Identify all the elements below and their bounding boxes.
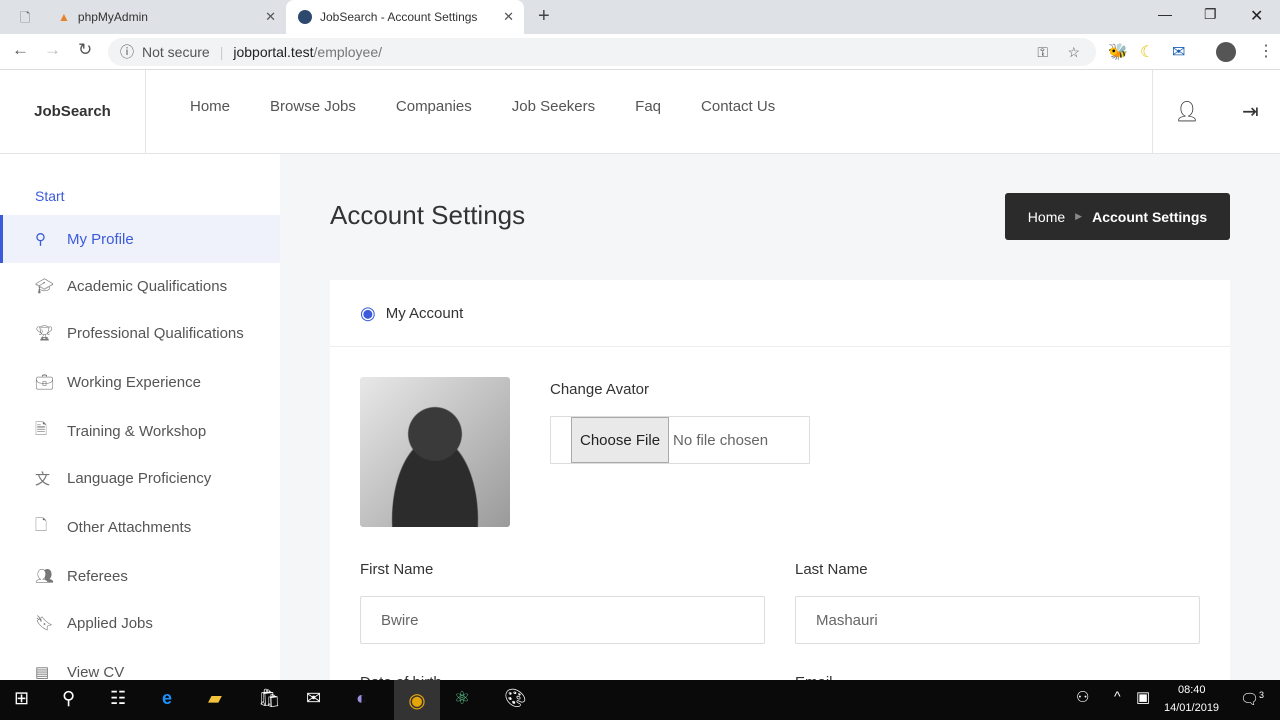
sidebar-item-experience[interactable]: 💼︎ Working Experience [0,358,280,406]
store-icon[interactable]: 🛍︎ [258,688,281,709]
nav-browse-jobs[interactable]: Browse Jobs [270,98,356,115]
graduation-cap-icon: 🎓︎ [35,278,55,295]
page-title: Account Settings [330,200,526,230]
chrome-icon[interactable]: ◉ [394,680,440,720]
bookmark-icon: 🔖︎ [35,615,55,632]
site-icon [298,10,312,24]
network-icon[interactable]: ▣ [1136,688,1150,706]
nav-contact-us[interactable]: Contact Us [701,98,775,115]
browser-tab-bar: 🗋 ▲ phpMyAdmin ✕ JobSearch - Account Setti… [0,0,1280,34]
paint-icon[interactable]: 🎨︎ [504,688,527,709]
site-header: JobSearch Home Browse Jobs Companies Job… [0,70,1280,154]
sidebar: Start ⚲ My Profile 🎓︎ Academic Qualificati… [0,154,280,681]
people-icon[interactable]: ⚇ [1076,688,1089,706]
new-tab-button[interactable]: + [538,5,550,28]
sidebar-item-academic[interactable]: 🎓︎ Academic Qualifications [0,262,280,310]
clock-date[interactable]: 14/01/2019 [1164,702,1219,714]
brand-logo[interactable]: JobSearch [0,70,146,153]
close-tab-icon[interactable]: ✕ [503,9,514,25]
my-account-card: ◉ My Account Change Avator Choose File No … [330,280,1230,700]
minimize-button[interactable]: — [1158,6,1172,22]
logout-icon[interactable]: ⇥ [1242,99,1259,124]
language-icon: 文 [35,470,51,488]
card-header: ◉ My Account [330,280,1230,347]
document-icon: 🗎 [35,420,48,438]
user-icon[interactable]: 👤︎ [1174,99,1199,124]
user-circle-icon: ◉ [360,302,376,323]
moon-extension-icon[interactable]: ☾ [1140,42,1154,62]
menu-icon[interactable]: ⋮ [1258,41,1274,61]
clock-time[interactable]: 08:40 [1178,684,1206,696]
tab-phpmyadmin[interactable]: ▲ phpMyAdmin ✕ [46,0,286,34]
change-avatar-label: Change Avator [550,381,649,398]
file-icon: 🗋 [35,516,48,534]
choose-file-button[interactable]: Choose File [571,417,670,463]
sidebar-item-professional[interactable]: 🏆︎ Professional Qualifications [0,309,280,357]
header-actions: 👤︎ ⇥ [1152,70,1280,153]
cv-icon: ▤ [35,664,50,681]
first-name-input[interactable] [360,596,765,644]
main-nav: Home Browse Jobs Companies Job Seekers F… [190,98,775,115]
sidebar-title: Start [35,188,65,204]
pma-icon: ▲ [58,10,70,24]
close-tab-icon[interactable]: ✕ [265,9,276,25]
address-bar: ← → ↻ ⓘ Not secure | jobportal.test/empl… [0,34,1280,70]
sidebar-item-my-profile[interactable]: ⚲ My Profile [0,215,280,263]
avatar-image [360,377,510,527]
trophy-icon: 🏆︎ [35,325,55,342]
edge-icon[interactable]: e [162,688,172,709]
info-icon: ⓘ [120,44,134,60]
tab-jobsearch[interactable]: JobSearch - Account Settings ✕ [286,0,524,34]
last-name-input[interactable] [795,596,1200,644]
star-icon[interactable]: ☆ [1067,44,1080,61]
chevron-right-icon: ▶ [1075,211,1083,221]
task-view-icon[interactable]: ☷ [110,688,126,709]
restore-button[interactable]: ❐ [1204,6,1217,23]
forward-icon[interactable]: → [44,40,61,60]
extension-icon[interactable]: 🐝 [1108,42,1128,62]
breadcrumb-current: Account Settings [1092,208,1208,225]
notification-icon[interactable]: 🗨︎3 [1240,690,1264,708]
close-window-button[interactable]: ✕ [1250,6,1263,26]
sidebar-item-attachments[interactable]: 🗋 Other Attachments [0,503,280,551]
sidebar-item-applied-jobs[interactable]: 🔖︎ Applied Jobs [0,599,280,647]
breadcrumb-home[interactable]: Home [1028,209,1065,225]
url-input[interactable]: ⓘ Not secure | jobportal.test/employee/ … [108,38,1096,66]
first-name-label: First Name [360,561,434,578]
taskbar: ⊞ ⚲ ☷ e ▰ 🛍︎ ✉ ◐ ◉ ⚛ 🎨︎ ⚇ ^ ▣ 08:40 14/0… [0,680,1280,720]
sidebar-item-training[interactable]: 🗎 Training & Workshop [0,407,280,455]
profile-avatar[interactable] [1216,42,1236,62]
briefcase-icon: 💼︎ [35,374,55,391]
nav-home[interactable]: Home [190,98,230,115]
search-icon[interactable]: ⚲ [62,688,75,709]
file-explorer-icon[interactable]: ▰ [208,688,222,709]
sidebar-item-language[interactable]: 文 Language Proficiency [0,454,280,502]
sidebar-item-referees[interactable]: 👥︎ Referees [0,552,280,600]
page-icon: 🗋 [20,10,31,25]
nav-job-seekers[interactable]: Job Seekers [512,98,595,115]
reload-icon[interactable]: ↻ [78,40,92,60]
nav-companies[interactable]: Companies [396,98,472,115]
nav-faq[interactable]: Faq [635,98,661,115]
atom-icon[interactable]: ⚛ [454,688,470,709]
mail-extension-icon[interactable]: ✉ [1172,42,1185,62]
back-icon[interactable]: ← [12,40,29,60]
user-icon: ⚲ [35,231,46,248]
key-icon[interactable]: ⚿ [1037,44,1048,61]
users-icon: 👥︎ [35,568,55,585]
app-icon[interactable]: ◐ [356,688,367,709]
last-name-label: Last Name [795,561,868,578]
breadcrumb: Home ▶ Account Settings [1005,193,1230,240]
avatar-file-input[interactable]: Choose File No file chosen [550,416,810,464]
divider: | [219,44,224,60]
tray-chevron-icon[interactable]: ^ [1114,688,1121,704]
windows-start-icon[interactable]: ⊞ [14,688,29,709]
mail-icon[interactable]: ✉ [306,688,321,709]
